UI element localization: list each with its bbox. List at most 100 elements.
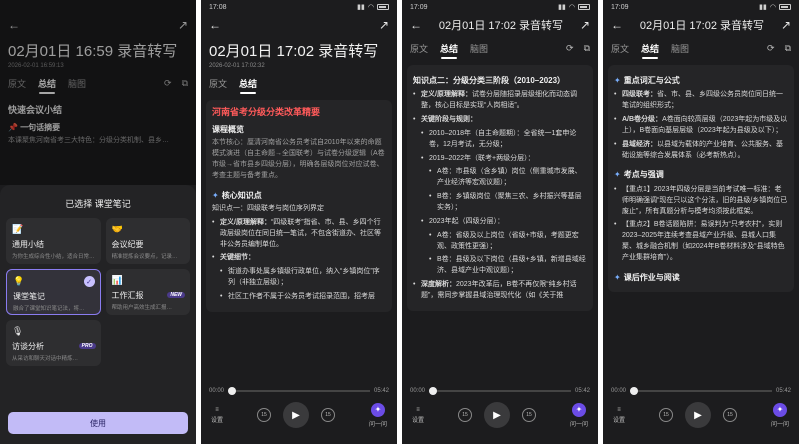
play-button[interactable]: ▶ <box>685 402 711 428</box>
list-item: B卷：乡镇级岗位（聚焦三农、乡村振兴等基层实务）； <box>429 192 587 214</box>
rewind-button[interactable]: 15 <box>257 408 271 422</box>
tab-original[interactable]: 原文 <box>611 42 629 55</box>
settings-button[interactable]: ≡ 设置 <box>412 407 424 424</box>
test-points-heading: ✦ 考点与强调 <box>614 170 664 180</box>
ask-icon: ✦ <box>370 402 385 417</box>
lightbulb-icon: 💡 <box>13 276 25 286</box>
dim-overlay[interactable] <box>0 0 196 185</box>
list-item: 关键细节： <box>212 253 386 264</box>
refresh-icon[interactable]: ⟳ <box>566 43 574 54</box>
share-icon[interactable]: ↗ <box>379 18 389 32</box>
audio-player: 00:00 05:42 ≡ 设置 15 ▶ 15 ✦ 问一问 <box>201 382 397 444</box>
forward-button[interactable]: 15 <box>723 408 737 422</box>
forward-button[interactable]: 15 <box>522 408 536 422</box>
tab-summary[interactable]: 总结 <box>440 42 458 59</box>
play-button[interactable]: ▶ <box>283 402 309 428</box>
progress-track[interactable] <box>630 387 772 395</box>
settings-button[interactable]: ≡ 设置 <box>613 407 625 424</box>
list-item: A卷：省级及以上岗位（省级+市级，考题更宏观、政策性更强）； <box>429 231 587 253</box>
rewind-button[interactable]: 15 <box>659 408 673 422</box>
nav-bar: ← 02月01日 17:02 录音转写 ↗ <box>603 14 799 36</box>
play-icon: ▶ <box>694 409 702 421</box>
progress-track[interactable] <box>228 387 370 395</box>
ask-button[interactable]: ✦ 问一问 <box>771 402 789 428</box>
overview-heading: 课程概览 <box>212 124 244 134</box>
phone-screen-summary-3: 17:09 ▮▮ ◠ ← 02月01日 17:02 录音转写 ↗ 原文 总结 脑图… <box>603 0 799 444</box>
status-bar: 17:09 ▮▮ ◠ <box>402 0 598 14</box>
use-button[interactable]: 使用 <box>8 412 188 434</box>
tab-summary[interactable]: 总结 <box>239 77 257 94</box>
list-item: 2023年起（四级分层）： <box>421 217 587 228</box>
stage-sub-list: A卷：省级及以上岗位（省级+市级，考题更宏观、政策性更强）； B卷：县级及以下岗… <box>421 231 587 277</box>
new-badge: NEW <box>167 292 185 298</box>
phone-screen-template-picker: ← ↗ 02月01日 16:59 录音转写 2026-02-01 16:59:1… <box>0 0 196 444</box>
phone-screen-summary-2: 17:09 ▮▮ ◠ ← 02月01日 17:02 录音转写 ↗ 原文 总结 脑图… <box>402 0 598 444</box>
audio-player: 00:00 05:42 ≡ 设置 15 ▶ 15 ✦ 问一问 <box>603 382 799 444</box>
tab-mindmap[interactable]: 脑图 <box>470 42 488 55</box>
signal-icon: ▮▮ <box>357 4 365 11</box>
back-arrow-icon[interactable]: ← <box>611 18 623 32</box>
refresh-icon[interactable]: ⟳ <box>767 43 775 54</box>
tab-summary[interactable]: 总结 <box>641 42 659 59</box>
play-icon: ▶ <box>493 409 501 421</box>
list-item: 定义/原理解释：“四级联考”指省、市、县、乡四个行政层级岗位在同日统一笔试，不包… <box>212 218 386 251</box>
play-button[interactable]: ▶ <box>484 402 510 428</box>
core-heading: ✦ 核心知识点 <box>212 190 262 200</box>
nav-bar: ← 02月01日 17:02 录音转写 ↗ <box>402 14 598 36</box>
progress-knob[interactable] <box>630 387 639 395</box>
copy-icon[interactable]: ⧉ <box>584 43 590 54</box>
list-item: 社区工作者不属于公务员考试招录范围，招考层 <box>220 292 386 303</box>
bullet-list: 深度解析：2023年改革后，B卷不再仅限“纯乡村话题”，需同步掌握县域治理现代化… <box>413 280 587 302</box>
template-work-report[interactable]: 📊 NEW 工作汇报 帮助用户高效生成汇报… <box>105 269 190 315</box>
nav-title: 02月01日 17:02 录音转写 <box>639 20 765 32</box>
list-item: A/B卷分级：A卷面向较高层级（2023年起为市级及以上），B卷面向基层层级（2… <box>614 115 788 137</box>
signal-icon: ▮▮ <box>759 4 767 11</box>
nav-bar: ← ↗ <box>201 14 397 36</box>
back-arrow-icon[interactable]: ← <box>410 18 422 32</box>
vocab-heading: ✦ 重点词汇与公式 <box>614 76 680 85</box>
status-time: 17:08 <box>209 3 227 11</box>
list-item: A卷：市县级（含乡镇）岗位（侧重城市发展、产业经济等宏观议题）； <box>429 167 587 189</box>
phone-screen-summary-1: 17:08 ▮▮ ◠ ← ↗ 02月01日 17:02 录音转写 2026-02-… <box>201 0 397 444</box>
settings-button[interactable]: ≡ 设置 <box>211 407 223 424</box>
share-icon[interactable]: ↗ <box>580 18 590 32</box>
share-icon[interactable]: ↗ <box>781 18 791 32</box>
check-icon: ✓ <box>83 276 95 287</box>
chart-icon: 📊 <box>111 275 123 285</box>
back-arrow-icon[interactable]: ← <box>209 18 221 32</box>
vocab-list: 四级联考：省、市、县、乡四级公务员岗位同日统一笔试的组织形式； A/B卷分级：A… <box>614 90 788 161</box>
template-grid: 📝 通用小结 为你生成综合性小结，适合日常… 🤝 会议纪要 精准提炼会议要点，记… <box>0 218 196 366</box>
progress-knob[interactable] <box>228 387 237 395</box>
ask-button[interactable]: ✦ 问一问 <box>570 402 588 428</box>
settings-icon: ≡ <box>416 406 420 413</box>
list-item: 定义/原理解释：试卷分层随招录层级细化而动态调整，核心目标是实现“人岗相适”。 <box>413 90 587 112</box>
sub-bullet-list: 街道办事处属乡镇级行政单位，纳入“乡镇岗位”序列（非独立层级）； 社区工作者不属… <box>212 267 386 303</box>
template-general[interactable]: 📝 通用小结 为你生成综合性小结，适合日常… <box>6 218 101 264</box>
copy-icon[interactable]: ⧉ <box>785 43 791 54</box>
ask-icon: ✦ <box>772 402 787 417</box>
sparkle-icon: ✦ <box>614 76 621 85</box>
list-item: 关键阶段与规则： <box>413 115 587 126</box>
tab-mindmap[interactable]: 脑图 <box>671 42 689 55</box>
status-time: 17:09 <box>611 3 629 11</box>
template-class-notes[interactable]: 💡 ✓ 课堂笔记 融合了课堂知识笔记法，将… <box>6 269 101 315</box>
tab-original[interactable]: 原文 <box>209 77 227 90</box>
forward-button[interactable]: 15 <box>321 408 335 422</box>
sparkle-icon: ✦ <box>614 272 621 282</box>
progress-knob[interactable] <box>429 387 438 395</box>
template-interview[interactable]: 🎙 PRO 访谈分析 从采访和聊天对话中精炼… <box>6 320 101 366</box>
page-title: 02月01日 17:02 录音转写 <box>209 43 379 60</box>
progress-track[interactable] <box>429 387 571 395</box>
list-item: 2010–2018年（自主命题期）：全省统一1套申论卷，12月考试，无分级； <box>421 129 587 151</box>
wifi-icon: ◠ <box>568 4 575 11</box>
nav-title: 02月01日 17:02 录音转写 <box>438 20 564 32</box>
ask-button[interactable]: ✦ 问一问 <box>369 402 387 428</box>
status-time: 17:09 <box>410 3 428 11</box>
tab-original[interactable]: 原文 <box>410 42 428 55</box>
template-sheet: 已选择 课堂笔记 📝 通用小结 为你生成综合性小结，适合日常… 🤝 会议纪要 精… <box>0 185 196 444</box>
overview-text: 本节核心：厘清河南省公务员考试自2010年以来的命题模式演进（自主命题→全国联考… <box>212 139 385 179</box>
summary-card: 知识点二：分级分类三阶段（2010–2023） 定义/原理解释：试卷分层随招录层… <box>407 65 593 311</box>
template-meeting[interactable]: 🤝 会议纪要 精准提炼会议要点，记录… <box>105 218 190 264</box>
sheet-title: 已选择 课堂笔记 <box>65 199 131 209</box>
rewind-button[interactable]: 15 <box>458 408 472 422</box>
